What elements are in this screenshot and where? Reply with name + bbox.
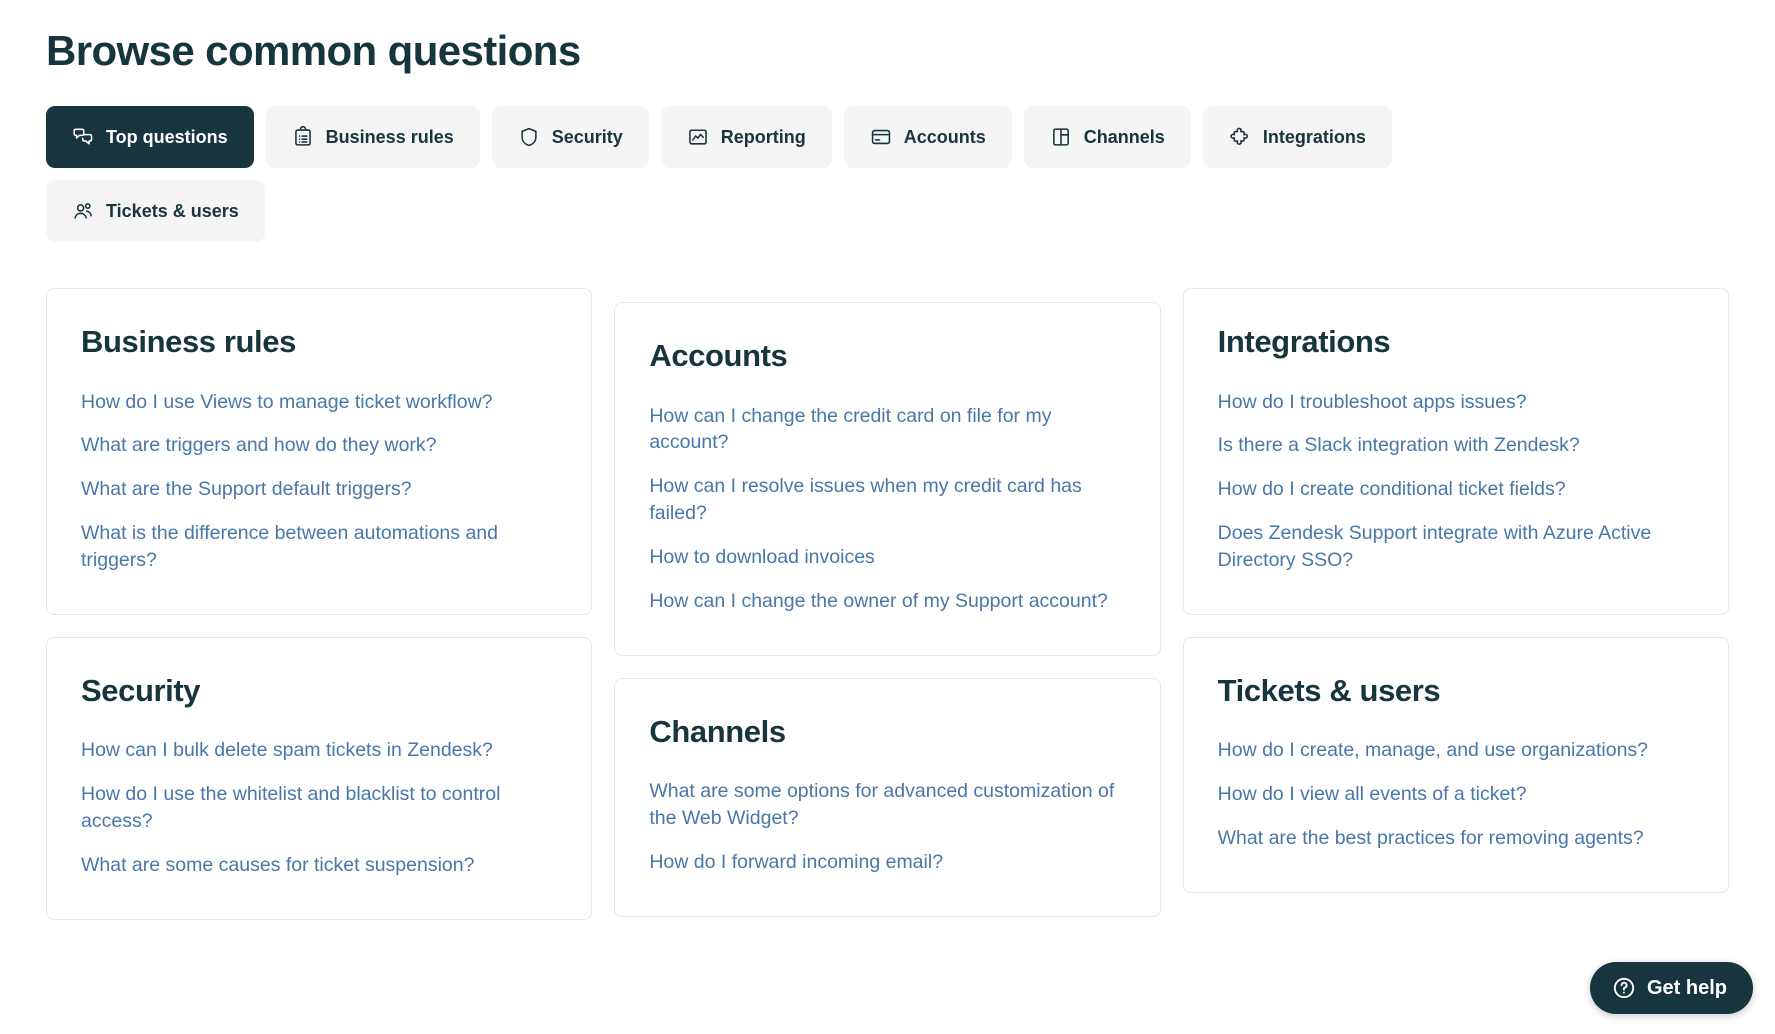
clipboard-list-icon	[292, 126, 314, 148]
card-link[interactable]: How do I forward incoming email?	[649, 849, 1125, 876]
card-title: Tickets & users	[1217, 673, 1441, 709]
card-link-list: How do I troubleshoot apps issues? Is the…	[1218, 389, 1694, 575]
card-title: Channels	[649, 714, 786, 750]
card-column-2: Accounts How can I change the credit card…	[614, 288, 1161, 939]
card-column-1: Business rules How do I use Views to mana…	[46, 288, 593, 942]
tab-accounts[interactable]: Accounts	[843, 106, 1012, 169]
card-column-3: Integrations How do I troubleshoot apps i…	[1182, 288, 1729, 915]
chat-bubbles-icon	[72, 126, 94, 148]
puzzle-piece-icon	[1229, 126, 1251, 148]
card-link[interactable]: How do I use the whitelist and blacklist…	[81, 781, 557, 835]
card-link[interactable]: What are triggers and how do they work?	[81, 432, 557, 459]
card-link-list: How can I bulk delete spam tickets in Ze…	[81, 737, 557, 879]
card-link[interactable]: What is the difference between automatio…	[81, 520, 557, 574]
get-help-label: Get help	[1646, 976, 1727, 999]
tab-label: Reporting	[720, 126, 806, 147]
tab-label: Security	[551, 126, 623, 147]
card-title: Accounts	[649, 338, 788, 374]
question-circle-icon	[1612, 976, 1636, 1000]
card-link-list: How can I change the credit card on file…	[649, 403, 1125, 615]
question-card: Security How can I bulk delete spam ticke…	[46, 637, 593, 920]
card-link[interactable]: How do I use Views to manage ticket work…	[81, 389, 557, 416]
card-link[interactable]: What are some causes for ticket suspensi…	[81, 852, 557, 879]
tab-channels[interactable]: Channels	[1023, 106, 1191, 169]
tab-security[interactable]: Security	[491, 106, 649, 169]
tab-integrations[interactable]: Integrations	[1202, 106, 1392, 169]
card-link[interactable]: How do I create, manage, and use organiz…	[1218, 737, 1694, 764]
question-card: Channels What are some options for advanc…	[614, 678, 1161, 917]
card-link[interactable]: What are the Support default triggers?	[81, 476, 557, 503]
card-link-list: What are some options for advanced custo…	[649, 778, 1125, 876]
tab-label: Tickets & users	[106, 200, 239, 221]
card-link-list: How do I create, manage, and use organiz…	[1218, 737, 1694, 852]
tab-label: Business rules	[325, 126, 454, 147]
tab-label: Accounts	[903, 126, 986, 147]
card-link[interactable]: How do I view all events of a ticket?	[1218, 781, 1694, 808]
tab-tickets-users[interactable]: Tickets & users	[46, 180, 265, 243]
card-link-list: How do I use Views to manage ticket work…	[81, 389, 557, 575]
credit-card-icon	[870, 126, 892, 148]
question-card: Business rules How do I use Views to mana…	[46, 288, 593, 616]
card-link[interactable]: Is there a Slack integration with Zendes…	[1218, 432, 1694, 459]
tab-business-rules[interactable]: Business rules	[265, 106, 480, 169]
card-link[interactable]: How to download invoices	[649, 544, 1125, 571]
layout-panel-icon	[1050, 126, 1072, 148]
shield-icon	[518, 126, 540, 148]
page-root: Browse common questions Top questions Bus…	[0, 0, 1775, 1034]
card-title: Integrations	[1217, 324, 1391, 360]
card-link[interactable]: How do I troubleshoot apps issues?	[1218, 389, 1694, 416]
tab-label: Integrations	[1262, 126, 1366, 147]
question-card-grid: Business rules How do I use Views to mana…	[46, 288, 1729, 942]
tab-label: Channels	[1083, 126, 1165, 147]
card-link[interactable]: What are the best practices for removing…	[1218, 825, 1694, 852]
card-link[interactable]: How do I create conditional ticket field…	[1218, 476, 1694, 503]
tab-reporting[interactable]: Reporting	[660, 106, 832, 169]
question-card: Accounts How can I change the credit card…	[614, 302, 1161, 657]
card-link[interactable]: How can I change the owner of my Support…	[649, 588, 1125, 615]
chart-line-icon	[687, 126, 709, 148]
page-title: Browse common questions	[46, 27, 581, 74]
category-tab-list: Top questions Business rules Security Repor…	[46, 106, 1466, 243]
card-link[interactable]: How can I change the credit card on file…	[649, 403, 1125, 457]
card-title: Business rules	[81, 324, 296, 360]
get-help-launcher-button[interactable]: Get help	[1589, 962, 1753, 1014]
card-title: Security	[81, 673, 201, 709]
question-card: Integrations How do I troubleshoot apps i…	[1182, 288, 1729, 616]
card-link[interactable]: How can I bulk delete spam tickets in Ze…	[81, 737, 557, 764]
question-card: Tickets & users How do I create, manage, …	[1182, 637, 1729, 894]
tab-top-questions[interactable]: Top questions	[46, 106, 254, 169]
card-link[interactable]: What are some options for advanced custo…	[649, 778, 1125, 832]
card-link[interactable]: How can I resolve issues when my credit …	[649, 473, 1125, 527]
card-link[interactable]: Does Zendesk Support integrate with Azur…	[1218, 520, 1694, 574]
users-icon	[72, 200, 94, 222]
tab-label: Top questions	[106, 126, 228, 147]
